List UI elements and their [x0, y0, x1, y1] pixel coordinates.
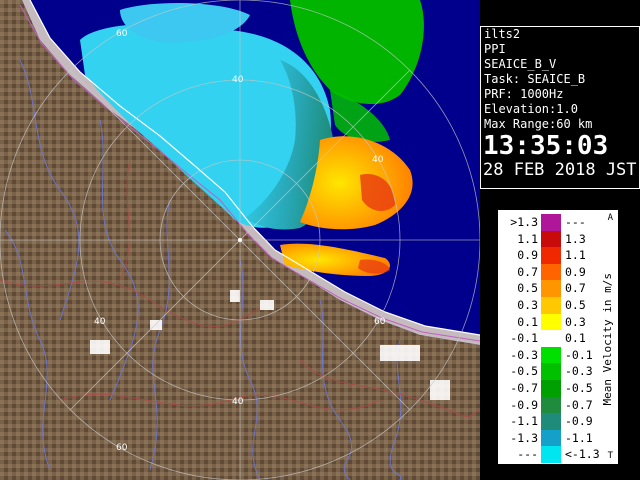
legend-row: -1.1 -0.9 — [499, 413, 603, 431]
legend-upper-value: --- — [565, 215, 586, 229]
legend-upper-value: 1.1 — [565, 248, 586, 263]
legend-top-mark: A — [607, 213, 613, 223]
range-label-w40: 40 — [94, 317, 106, 327]
legend-color-swatch — [541, 297, 561, 314]
range-label-s40: 40 — [232, 397, 244, 407]
range-label-n60: 60 — [116, 29, 128, 39]
legend-upper-value: -1.1 — [565, 430, 593, 445]
legend-color-swatch — [541, 413, 561, 431]
legend-row: -0.3 -0.1 — [499, 346, 603, 364]
legend-color-swatch — [541, 396, 561, 414]
legend-row: 0.5 0.7 — [499, 280, 603, 298]
legend-row: >1.3 --- — [499, 214, 603, 231]
legend-lower-value: 0.9 — [517, 248, 538, 263]
legend-row: 0.7 0.9 — [499, 263, 603, 281]
scan-date: 28 FEB 2018 JST — [483, 160, 637, 180]
legend-lower-value: 0.3 — [517, 298, 538, 312]
legend-row: -0.1 0.1 — [499, 330, 603, 348]
scan-info-panel: ilts2 PPI SEAICE_B_V Task: SEAICE_B PRF:… — [480, 26, 640, 189]
legend-upper-value: -0.1 — [565, 347, 593, 362]
legend-color-swatch — [541, 230, 561, 248]
legend-row: -0.7 -0.5 — [499, 380, 603, 397]
legend-title: Mean Velocity in m/s — [601, 273, 614, 406]
scan-time: 13:35:03 — [483, 131, 609, 161]
radar-site-marker — [238, 238, 242, 242]
legend-upper-value: -0.9 — [565, 414, 593, 429]
legend-upper-value: -0.3 — [565, 364, 593, 379]
legend-upper-value: 0.7 — [565, 281, 586, 296]
legend-row: 0.9 1.1 — [499, 247, 603, 265]
legend-upper-value: 0.3 — [565, 314, 586, 329]
prf-value: PRF: 1000Hz — [484, 87, 564, 101]
legend-color-swatch — [541, 247, 561, 265]
legend-color-swatch — [541, 330, 561, 348]
legend-row: -1.3 -1.1 — [499, 429, 603, 447]
radar-map-svg: 60 40 40 40 40 60 60 — [0, 0, 480, 480]
legend-color-swatch — [541, 214, 561, 231]
scan-mode: PPI — [484, 42, 506, 56]
legend-row: 0.3 0.5 — [499, 297, 603, 314]
range-label-e40: 40 — [372, 155, 384, 165]
legend-color-swatch — [541, 280, 561, 298]
elevation-value: Elevation:1.0 — [484, 102, 578, 116]
legend-lower-value: 0.7 — [517, 264, 538, 279]
legend-color-swatch — [541, 380, 561, 397]
legend-row: 1.1 1.3 — [499, 230, 603, 248]
range-label-n40: 40 — [232, 75, 244, 85]
legend-color-swatch — [541, 313, 561, 331]
range-label-se60: 60 — [374, 317, 386, 327]
legend-bottom-mark: T — [607, 451, 613, 461]
legend-upper-value: -0.5 — [565, 381, 593, 395]
legend-upper-value: 0.9 — [565, 264, 586, 279]
legend-color-swatch — [541, 263, 561, 281]
legend-color-swatch — [541, 446, 561, 464]
product-name: SEAICE_B_V — [484, 57, 557, 71]
legend-lower-value: -0.7 — [510, 381, 538, 395]
legend-row: --- <-1.3 — [499, 446, 603, 464]
legend-upper-value: -0.7 — [565, 397, 593, 412]
legend-lower-value: 0.5 — [517, 281, 538, 296]
legend-color-swatch — [541, 346, 561, 364]
legend-lower-value: -0.1 — [510, 331, 538, 346]
legend-color-swatch — [541, 429, 561, 447]
legend-lower-value: 0.1 — [517, 314, 538, 329]
legend-lower-value: -0.9 — [510, 397, 538, 412]
legend-color-swatch — [541, 363, 561, 381]
range-label-sw60: 60 — [116, 443, 128, 453]
legend-upper-value: 0.5 — [565, 298, 586, 312]
legend-lower-value: 1.1 — [517, 231, 538, 246]
legend-lower-value: --- — [517, 447, 538, 462]
legend-upper-value: 0.1 — [565, 331, 586, 346]
max-range-value: Max Range:60 km — [484, 117, 593, 131]
legend-row: -0.5 -0.3 — [499, 363, 603, 381]
legend-row: 0.1 0.3 — [499, 313, 603, 331]
legend-lower-value: -0.3 — [510, 347, 538, 362]
task-name: Task: SEAICE_B — [484, 72, 586, 86]
legend-lower-value: >1.3 — [510, 215, 538, 229]
legend-row: -0.9 -0.7 — [499, 396, 603, 414]
legend-lower-value: -0.5 — [510, 364, 538, 379]
legend-upper-value: 1.3 — [565, 231, 586, 246]
legend-lower-value: -1.3 — [510, 430, 538, 445]
radar-ppi-map: 60 40 40 40 40 60 60 — [0, 0, 480, 480]
radar-name: ilts2 — [484, 27, 521, 41]
legend-lower-value: -1.1 — [510, 414, 538, 429]
velocity-legend: >1.3 --- 1.1 1.3 0.9 1.1 0.7 0.9 0.5 0.7 0.3 0.5 0.1… — [498, 210, 618, 464]
legend-upper-value: <-1.3 — [565, 447, 600, 462]
